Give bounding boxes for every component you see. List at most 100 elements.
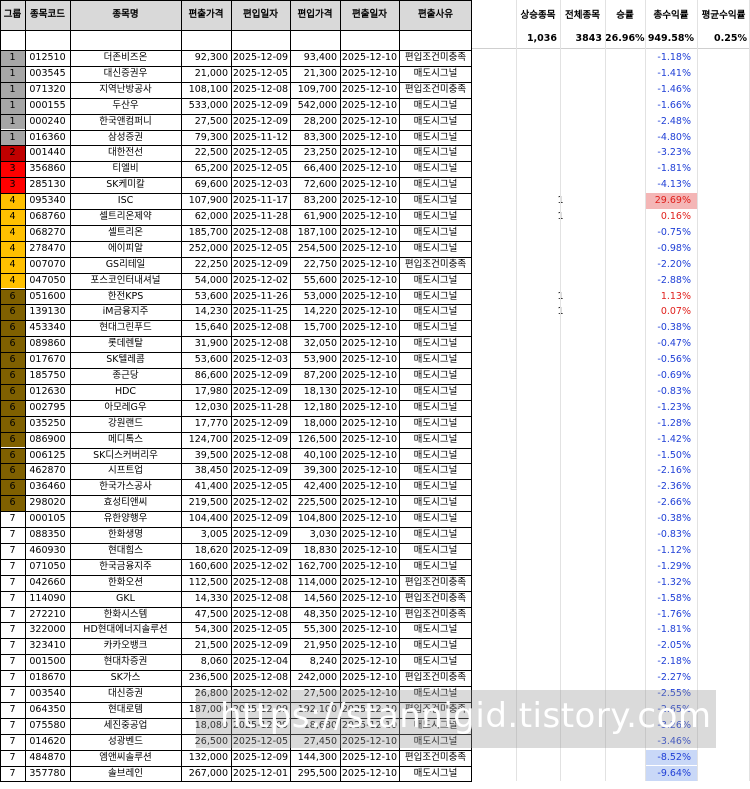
exit-price-cell: 39,500	[194, 449, 228, 461]
entry-price-cell: 542,000	[297, 99, 337, 111]
grid-horizontal	[0, 304, 472, 305]
entry-price-cell: 3,030	[309, 529, 337, 540]
exit-date-cell: 2025-12-10	[341, 274, 398, 286]
return-cell: -2.88%	[657, 274, 691, 286]
grid-horizontal	[0, 591, 472, 592]
exit-price-cell: 104,400	[188, 513, 228, 525]
entry-date-cell: 2025-12-05	[232, 67, 289, 79]
column-header: 종목명	[112, 9, 139, 20]
group-cell: 6	[0, 447, 25, 464]
entry-date-cell: 2025-12-05	[232, 163, 289, 175]
return-cell: -4.13%	[657, 179, 691, 191]
exit-reason-cell: 매도시그널	[413, 179, 458, 191]
stats-grid-vertical	[697, 0, 698, 782]
entry-date-cell: 2025-11-12	[232, 131, 289, 143]
group-cell: 6	[0, 463, 25, 480]
grid-horizontal	[0, 622, 472, 623]
entry-price-cell: 144,300	[297, 751, 337, 763]
grid-horizontal	[0, 161, 472, 162]
exit-date-cell: 2025-12-10	[341, 640, 398, 652]
column-header: 그룹	[3, 9, 22, 20]
return-cell: -1.12%	[657, 544, 691, 556]
exit-price-cell: 18,620	[194, 544, 228, 556]
entry-date-cell: 2025-12-09	[232, 529, 289, 540]
code-cell: 357780	[29, 767, 66, 779]
entry-price-cell: 8,240	[309, 656, 337, 668]
entry-price-cell: 242,000	[297, 672, 337, 684]
exit-reason-cell: 매도시그널	[413, 226, 458, 238]
code-cell: 047050	[29, 274, 66, 286]
name-cell: 강원랜드	[108, 417, 143, 429]
grid-horizontal	[0, 495, 472, 496]
exit-date-cell: 2025-12-10	[341, 449, 398, 461]
group-cell: 6	[0, 336, 25, 353]
return-cell: -1.58%	[657, 592, 691, 604]
name-cell: 성광벤드	[108, 735, 143, 747]
exit-reason-cell: 매도시그널	[413, 147, 458, 159]
grid-vertical	[231, 0, 232, 782]
group-cell: 7	[0, 686, 25, 702]
grid-horizontal	[0, 432, 472, 433]
entry-price-cell: 48,350	[303, 608, 337, 620]
exit-reason-cell: 매도시그널	[413, 656, 458, 668]
entry-price-cell: 18,830	[303, 544, 337, 556]
group-cell: 6	[0, 304, 25, 321]
exit-price-cell: 185,700	[188, 226, 228, 238]
entry-date-cell: 2025-12-05	[232, 624, 289, 636]
entry-date-cell: 2025-12-02	[232, 560, 289, 572]
return-cell: -2.66%	[657, 497, 691, 509]
entry-price-cell: 21,950	[303, 640, 337, 652]
column-header: 편출일자	[352, 9, 387, 20]
exit-price-cell: 53,600	[194, 290, 228, 302]
entry-price-cell: 14,220	[303, 306, 337, 318]
exit-date-cell: 2025-12-10	[341, 195, 398, 207]
code-cell: 051600	[29, 290, 66, 302]
group-cell: 6	[0, 495, 25, 512]
exit-date-cell: 2025-12-10	[341, 163, 398, 175]
name-cell: 한화생명	[108, 529, 143, 540]
group-cell: 3	[0, 161, 25, 178]
code-cell: 089860	[29, 338, 66, 350]
exit-reason-cell: 매도시그널	[413, 481, 458, 493]
code-cell: 017670	[29, 354, 66, 366]
entry-date-cell: 2025-12-02	[232, 497, 289, 509]
exit-date-cell: 2025-12-10	[341, 672, 398, 684]
exit-price-cell: 54,300	[194, 624, 228, 636]
group-cell: 6	[0, 431, 25, 448]
code-cell: 003545	[29, 67, 66, 79]
group-cell: 7	[0, 606, 25, 623]
code-cell: 278470	[29, 242, 66, 254]
exit-date-cell: 2025-12-10	[341, 385, 398, 397]
grid-horizontal	[0, 130, 472, 131]
entry-date-cell: 2025-12-09	[232, 751, 289, 763]
exit-reason-cell: 매도시그널	[413, 195, 458, 207]
name-cell: 셀트리온	[108, 226, 143, 238]
grid-horizontal	[0, 98, 472, 99]
exit-price-cell: 86,600	[194, 370, 228, 381]
exit-date-cell: 2025-12-10	[341, 322, 398, 334]
exit-date-cell: 2025-12-10	[341, 497, 398, 509]
name-cell: 엠앤씨솔루션	[99, 751, 152, 763]
name-cell: 솔브레인	[108, 767, 143, 779]
entry-date-cell: 2025-12-08	[232, 449, 289, 461]
entry-price-cell: 53,900	[303, 354, 337, 366]
grid-vertical	[290, 0, 291, 782]
grid-horizontal	[0, 257, 472, 258]
return-cell: 1.13%	[660, 290, 691, 302]
stats-label: 평균수익률	[701, 10, 746, 21]
group-cell: 6	[0, 479, 25, 496]
group-cell: 4	[0, 193, 25, 209]
entry-date-cell: 2025-12-08	[232, 322, 289, 334]
entry-date-cell: 2025-12-04	[232, 656, 289, 668]
entry-date-cell: 2025-12-08	[232, 83, 289, 95]
group-cell: 7	[0, 558, 25, 575]
code-cell: 001500	[29, 656, 66, 668]
exit-price-cell: 22,500	[194, 147, 228, 159]
entry-price-cell: 42,400	[303, 481, 337, 493]
entry-price-cell: 22,750	[303, 258, 337, 270]
exit-reason-cell: 매도시그널	[413, 99, 458, 111]
grid-horizontal	[0, 607, 472, 608]
group-cell: 2	[0, 145, 25, 162]
name-cell: 티엘비	[112, 163, 139, 175]
entry-price-cell: 18,130	[303, 385, 337, 397]
